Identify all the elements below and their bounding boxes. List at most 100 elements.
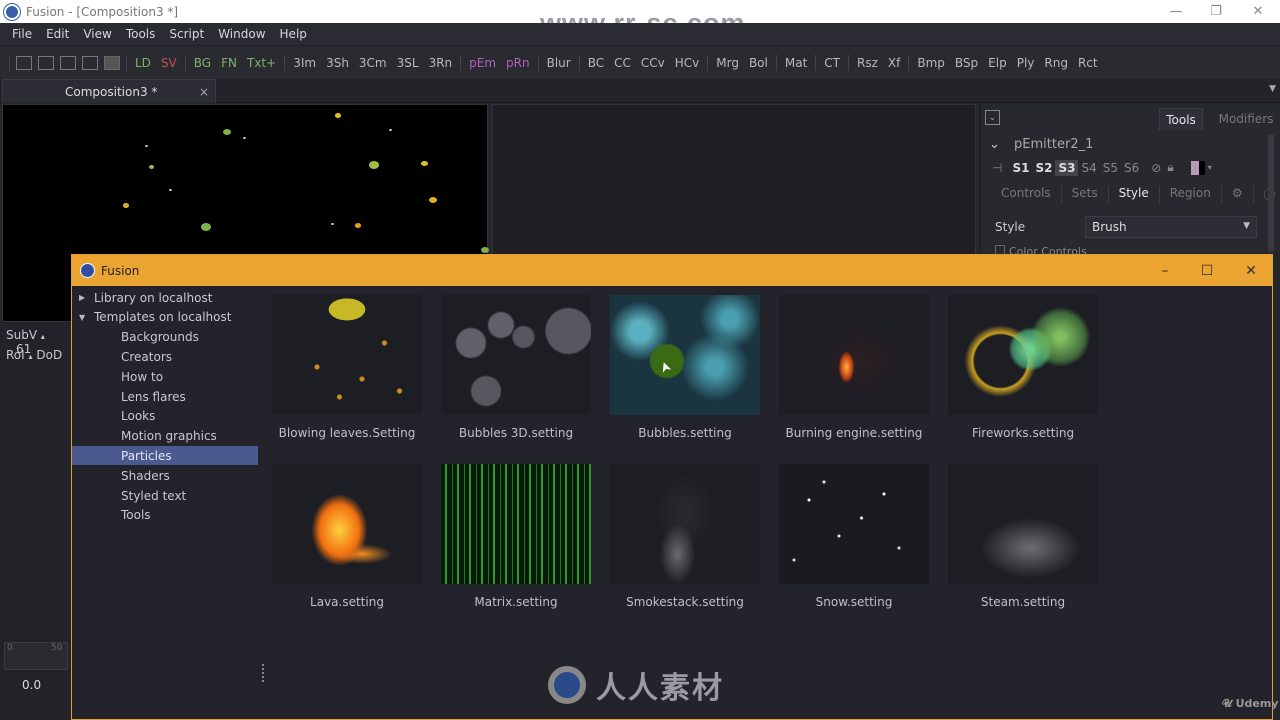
template-item[interactable]: Burning engine.setting (779, 295, 929, 445)
pin-icon[interactable]: ⊣ (989, 160, 1005, 176)
template-thumbnail-fireworks[interactable] (948, 295, 1098, 415)
expand-down-icon[interactable]: ▼ (79, 313, 91, 322)
lock-icon[interactable] (104, 55, 120, 70)
tool-button-3cm[interactable]: 3Cm (354, 56, 392, 70)
tree-item-tools[interactable]: Tools (72, 506, 258, 525)
tab-region[interactable]: Region (1160, 186, 1222, 203)
template-thumbnail-leaves[interactable] (272, 295, 422, 415)
tab-style[interactable]: Style (1109, 186, 1160, 203)
toolbar-grip[interactable] (9, 54, 10, 71)
template-thumbnail-bubbles3d[interactable] (441, 295, 591, 415)
collapse-panel-icon[interactable]: ⌄ (985, 110, 1000, 125)
tool-button-txtplus[interactable]: Txt+ (242, 56, 281, 70)
tool-button-bsp[interactable]: BSp (950, 56, 983, 70)
minimize-button[interactable]: — (1154, 0, 1198, 23)
gear-icon[interactable]: ⚙ (1222, 186, 1254, 203)
swatch-dropdown-icon[interactable]: ▾ (1205, 162, 1215, 173)
style-dropdown[interactable]: Brush ▼ (1085, 216, 1257, 238)
template-item[interactable]: Lava.setting (272, 464, 422, 614)
tree-item-particles[interactable]: Particles (72, 446, 258, 466)
tool-button-bc[interactable]: BC (583, 56, 609, 70)
tool-button-blur[interactable]: Blur (542, 56, 576, 70)
menu-view[interactable]: View (76, 27, 118, 41)
inspector-scrollbar[interactable] (1268, 134, 1274, 252)
tool-button-xf[interactable]: Xf (883, 56, 905, 70)
tool-button-3rn[interactable]: 3Rn (424, 56, 458, 70)
slot-s3[interactable]: S3 (1055, 159, 1079, 176)
close-tab-icon[interactable]: × (199, 85, 209, 99)
slot-s4[interactable]: S4 (1078, 160, 1099, 176)
tool-button-fn[interactable]: FN (216, 56, 242, 70)
close-button[interactable]: ✕ (1236, 0, 1280, 23)
tool-button-sv[interactable]: SV (156, 56, 182, 70)
tool-button-3im[interactable]: 3Im (288, 56, 321, 70)
tool-button-ply[interactable]: Ply (1012, 56, 1040, 70)
tree-item-styled-text[interactable]: Styled text (72, 486, 258, 505)
template-thumbnail-smoke[interactable] (610, 464, 760, 584)
template-item[interactable]: Steam.setting (948, 464, 1098, 614)
tool-button-ccv[interactable]: CCv (636, 56, 670, 70)
template-thumbnail-matrix[interactable] (441, 464, 591, 584)
ruler[interactable]: 0 50 (4, 642, 68, 670)
tool-button-rct[interactable]: Rct (1073, 56, 1103, 70)
menu-help[interactable]: Help (273, 27, 314, 41)
tree-item-shaders[interactable]: Shaders (72, 466, 258, 485)
layout-quad-icon[interactable] (82, 55, 98, 70)
tool-button-cc[interactable]: CC (609, 56, 636, 70)
template-item[interactable]: Snow.setting (779, 464, 929, 614)
tool-button-bmp[interactable]: Bmp (912, 56, 950, 70)
tool-button-bol[interactable]: Bol (744, 56, 773, 70)
tool-button-3sh[interactable]: 3Sh (321, 56, 354, 70)
restore-button[interactable]: ❐ (1194, 0, 1238, 23)
tool-button-mat[interactable]: Mat (780, 56, 812, 70)
tool-button-rsz[interactable]: Rsz (852, 56, 883, 70)
template-thumbnail-engine[interactable] (779, 295, 929, 415)
tool-button-bg[interactable]: BG (189, 56, 216, 70)
template-thumbnail-lava[interactable] (272, 464, 422, 584)
roi-arrow-icon[interactable]: ▴ (29, 352, 33, 361)
template-thumbnail-snow[interactable] (779, 464, 929, 584)
tree-item-motion-graphics[interactable]: Motion graphics (72, 427, 258, 446)
slot-s2[interactable]: S2 (1032, 160, 1055, 176)
tree-item-how-to[interactable]: How to (72, 367, 258, 386)
splitter-handle[interactable] (262, 664, 264, 682)
tool-button-3sl[interactable]: 3SL (392, 56, 424, 70)
slot-s1[interactable]: S1 (1009, 160, 1032, 176)
template-thumbnail-bubbles[interactable] (610, 295, 760, 415)
menu-tools[interactable]: Tools (119, 27, 163, 41)
layout-split-h-icon[interactable] (60, 55, 76, 70)
tree-item-templates-on-localhost[interactable]: ▼ Templates on localhost (72, 308, 258, 327)
dialog-minimize-button[interactable]: – (1144, 255, 1186, 286)
tree-item-backgrounds[interactable]: Backgrounds (72, 328, 258, 347)
subview-arrow-icon[interactable]: ▴ (41, 332, 45, 341)
tool-button-ct[interactable]: CT (819, 56, 845, 70)
roi-row[interactable]: RoI ▴ DoD (6, 348, 62, 362)
menu-file[interactable]: File (5, 27, 39, 41)
tool-button-ld[interactable]: LD (130, 56, 156, 70)
tree-item-lens-flares[interactable]: Lens flares (72, 387, 258, 406)
tab-modifiers[interactable]: Modifiers (1213, 108, 1279, 130)
tool-button-prn[interactable]: pRn (501, 56, 535, 70)
tab-tools[interactable]: Tools (1159, 108, 1203, 130)
color-swatch[interactable] (1190, 160, 1199, 175)
chevron-down-icon[interactable]: ⌄ (989, 137, 1000, 152)
menu-window[interactable]: Window (211, 27, 272, 41)
dialog-close-button[interactable]: ✕ (1230, 255, 1272, 286)
template-item[interactable]: Bubbles.setting ➤ (610, 295, 760, 445)
tool-button-hcv[interactable]: HCv (670, 56, 705, 70)
template-item[interactable]: Bubbles 3D.setting (441, 295, 591, 445)
slot-s5[interactable]: S5 (1100, 160, 1121, 176)
info-icon[interactable]: ⓘ (1254, 186, 1280, 203)
template-item[interactable]: Matrix.setting (441, 464, 591, 614)
tool-header[interactable]: ⌄ pEmitter2_1 (989, 137, 1093, 152)
disable-icon[interactable]: ⊘ (1148, 160, 1164, 176)
tab-controls[interactable]: Controls (991, 186, 1062, 203)
tool-button-elp[interactable]: Elp (983, 56, 1012, 70)
menu-script[interactable]: Script (162, 27, 211, 41)
slot-s6[interactable]: S6 (1121, 160, 1142, 176)
layout-split-v-icon[interactable] (38, 55, 54, 70)
tool-button-pem[interactable]: pEm (464, 56, 501, 70)
tool-button-rng[interactable]: Rng (1039, 56, 1073, 70)
template-item[interactable]: Blowing leaves.Setting (272, 295, 422, 445)
menu-edit[interactable]: Edit (39, 27, 76, 41)
